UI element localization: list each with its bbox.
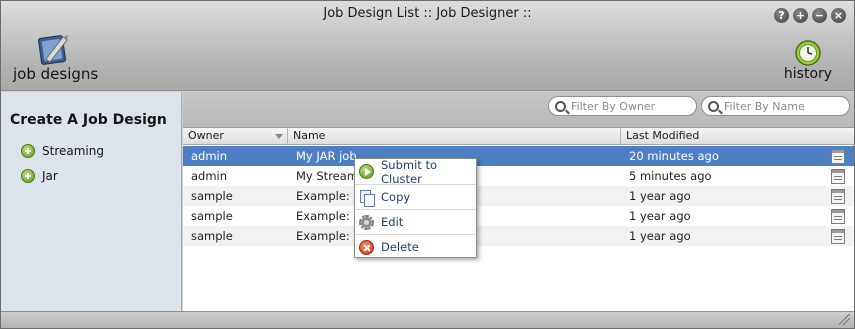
- play-icon: [359, 164, 374, 179]
- gear-icon: [359, 214, 374, 230]
- title-bar[interactable]: Job Design List :: Job Designer :: ? + −…: [1, 1, 854, 91]
- clock-icon: [795, 40, 821, 66]
- delete-menu-item[interactable]: Delete: [355, 234, 476, 259]
- name-cell: Example: F: [296, 209, 361, 223]
- modified-cell: 5 minutes ago: [629, 169, 712, 183]
- table-row[interactable]: sample Example: S 1 year ago: [183, 226, 854, 246]
- owner-cell: admin: [191, 149, 228, 163]
- column-label: Last Modified: [626, 129, 700, 142]
- name-cell: Example: S: [296, 189, 361, 203]
- table-header: Owner Name Last Modified: [183, 128, 854, 145]
- window-controls: ? + − ×: [774, 8, 846, 23]
- close-button[interactable]: ×: [831, 8, 846, 23]
- copy-menu-item[interactable]: Copy: [355, 184, 476, 209]
- job-file-icon[interactable]: [831, 189, 845, 204]
- job-file-icon[interactable]: [831, 169, 845, 184]
- owner-filter-input[interactable]: [571, 99, 691, 113]
- owner-cell: sample: [191, 229, 233, 243]
- help-button[interactable]: ?: [774, 8, 789, 23]
- history-label: history: [783, 66, 833, 82]
- name-filter-input[interactable]: [724, 99, 844, 113]
- submit-to-cluster-menu-item[interactable]: Submit to Cluster: [355, 157, 476, 186]
- edit-menu-item[interactable]: Edit: [355, 209, 476, 234]
- name-cell: My JAR job: [296, 149, 357, 163]
- status-bar: [1, 311, 854, 328]
- create-streaming-button[interactable]: Streaming: [21, 142, 104, 160]
- job-file-icon[interactable]: [831, 149, 845, 164]
- owner-cell: sample: [191, 189, 233, 203]
- window-title: Job Design List :: Job Designer ::: [323, 6, 532, 21]
- table-row[interactable]: admin My JAR job 20 minutes ago: [183, 146, 854, 166]
- column-owner[interactable]: Owner: [183, 128, 288, 145]
- owner-cell: sample: [191, 209, 233, 223]
- sort-arrow-icon: [275, 134, 283, 139]
- table-row[interactable]: sample Example: S 1 year ago: [183, 186, 854, 206]
- job-list-panel: Owner Name Last Modified admin My JAR jo…: [183, 92, 854, 311]
- sidebar: Create A Job Design Streaming Jar: [1, 92, 182, 311]
- delete-icon: [359, 239, 374, 255]
- sidebar-item-label: Streaming: [42, 144, 104, 158]
- sidebar-item-label: Jar: [42, 169, 58, 183]
- app-logo: job designs: [13, 31, 103, 89]
- resize-grip-icon[interactable]: [839, 314, 850, 325]
- table-row[interactable]: admin My Stream 5 minutes ago: [183, 166, 854, 186]
- history-button[interactable]: history: [780, 39, 836, 89]
- copy-icon: [359, 189, 375, 207]
- column-label: Owner: [188, 129, 224, 142]
- modified-cell: 1 year ago: [629, 229, 691, 243]
- job-file-icon[interactable]: [831, 209, 845, 224]
- menu-item-label: Delete: [381, 240, 419, 254]
- table-row[interactable]: sample Example: F 1 year ago: [183, 206, 854, 226]
- column-last-modified[interactable]: Last Modified: [621, 128, 854, 145]
- name-filter[interactable]: [701, 96, 850, 116]
- modified-cell: 1 year ago: [629, 189, 691, 203]
- context-menu: Submit to Cluster Copy Edit Delete: [354, 158, 477, 258]
- job-designs-icon: [37, 35, 68, 65]
- menu-item-label: Submit to Cluster: [381, 157, 437, 186]
- add-icon: [21, 169, 35, 183]
- modified-cell: 1 year ago: [629, 209, 691, 223]
- search-icon: [555, 100, 566, 112]
- column-label: Name: [293, 129, 326, 142]
- column-name[interactable]: Name: [288, 128, 621, 145]
- owner-cell: admin: [191, 169, 228, 183]
- owner-filter[interactable]: [548, 96, 697, 116]
- sidebar-heading: Create A Job Design: [10, 112, 167, 128]
- name-cell: Example: S: [296, 229, 361, 243]
- add-icon: [21, 144, 35, 158]
- maximize-button[interactable]: +: [793, 8, 808, 23]
- minimize-button[interactable]: −: [812, 8, 827, 23]
- filter-toolbar: [183, 92, 854, 128]
- app-name: job designs: [13, 65, 99, 83]
- create-jar-button[interactable]: Jar: [21, 167, 58, 185]
- search-icon: [708, 100, 719, 112]
- job-file-icon[interactable]: [831, 229, 845, 244]
- menu-item-label: Edit: [381, 215, 404, 229]
- menu-item-label: Copy: [381, 190, 411, 204]
- name-cell: My Stream: [296, 169, 358, 183]
- modified-cell: 20 minutes ago: [629, 149, 719, 163]
